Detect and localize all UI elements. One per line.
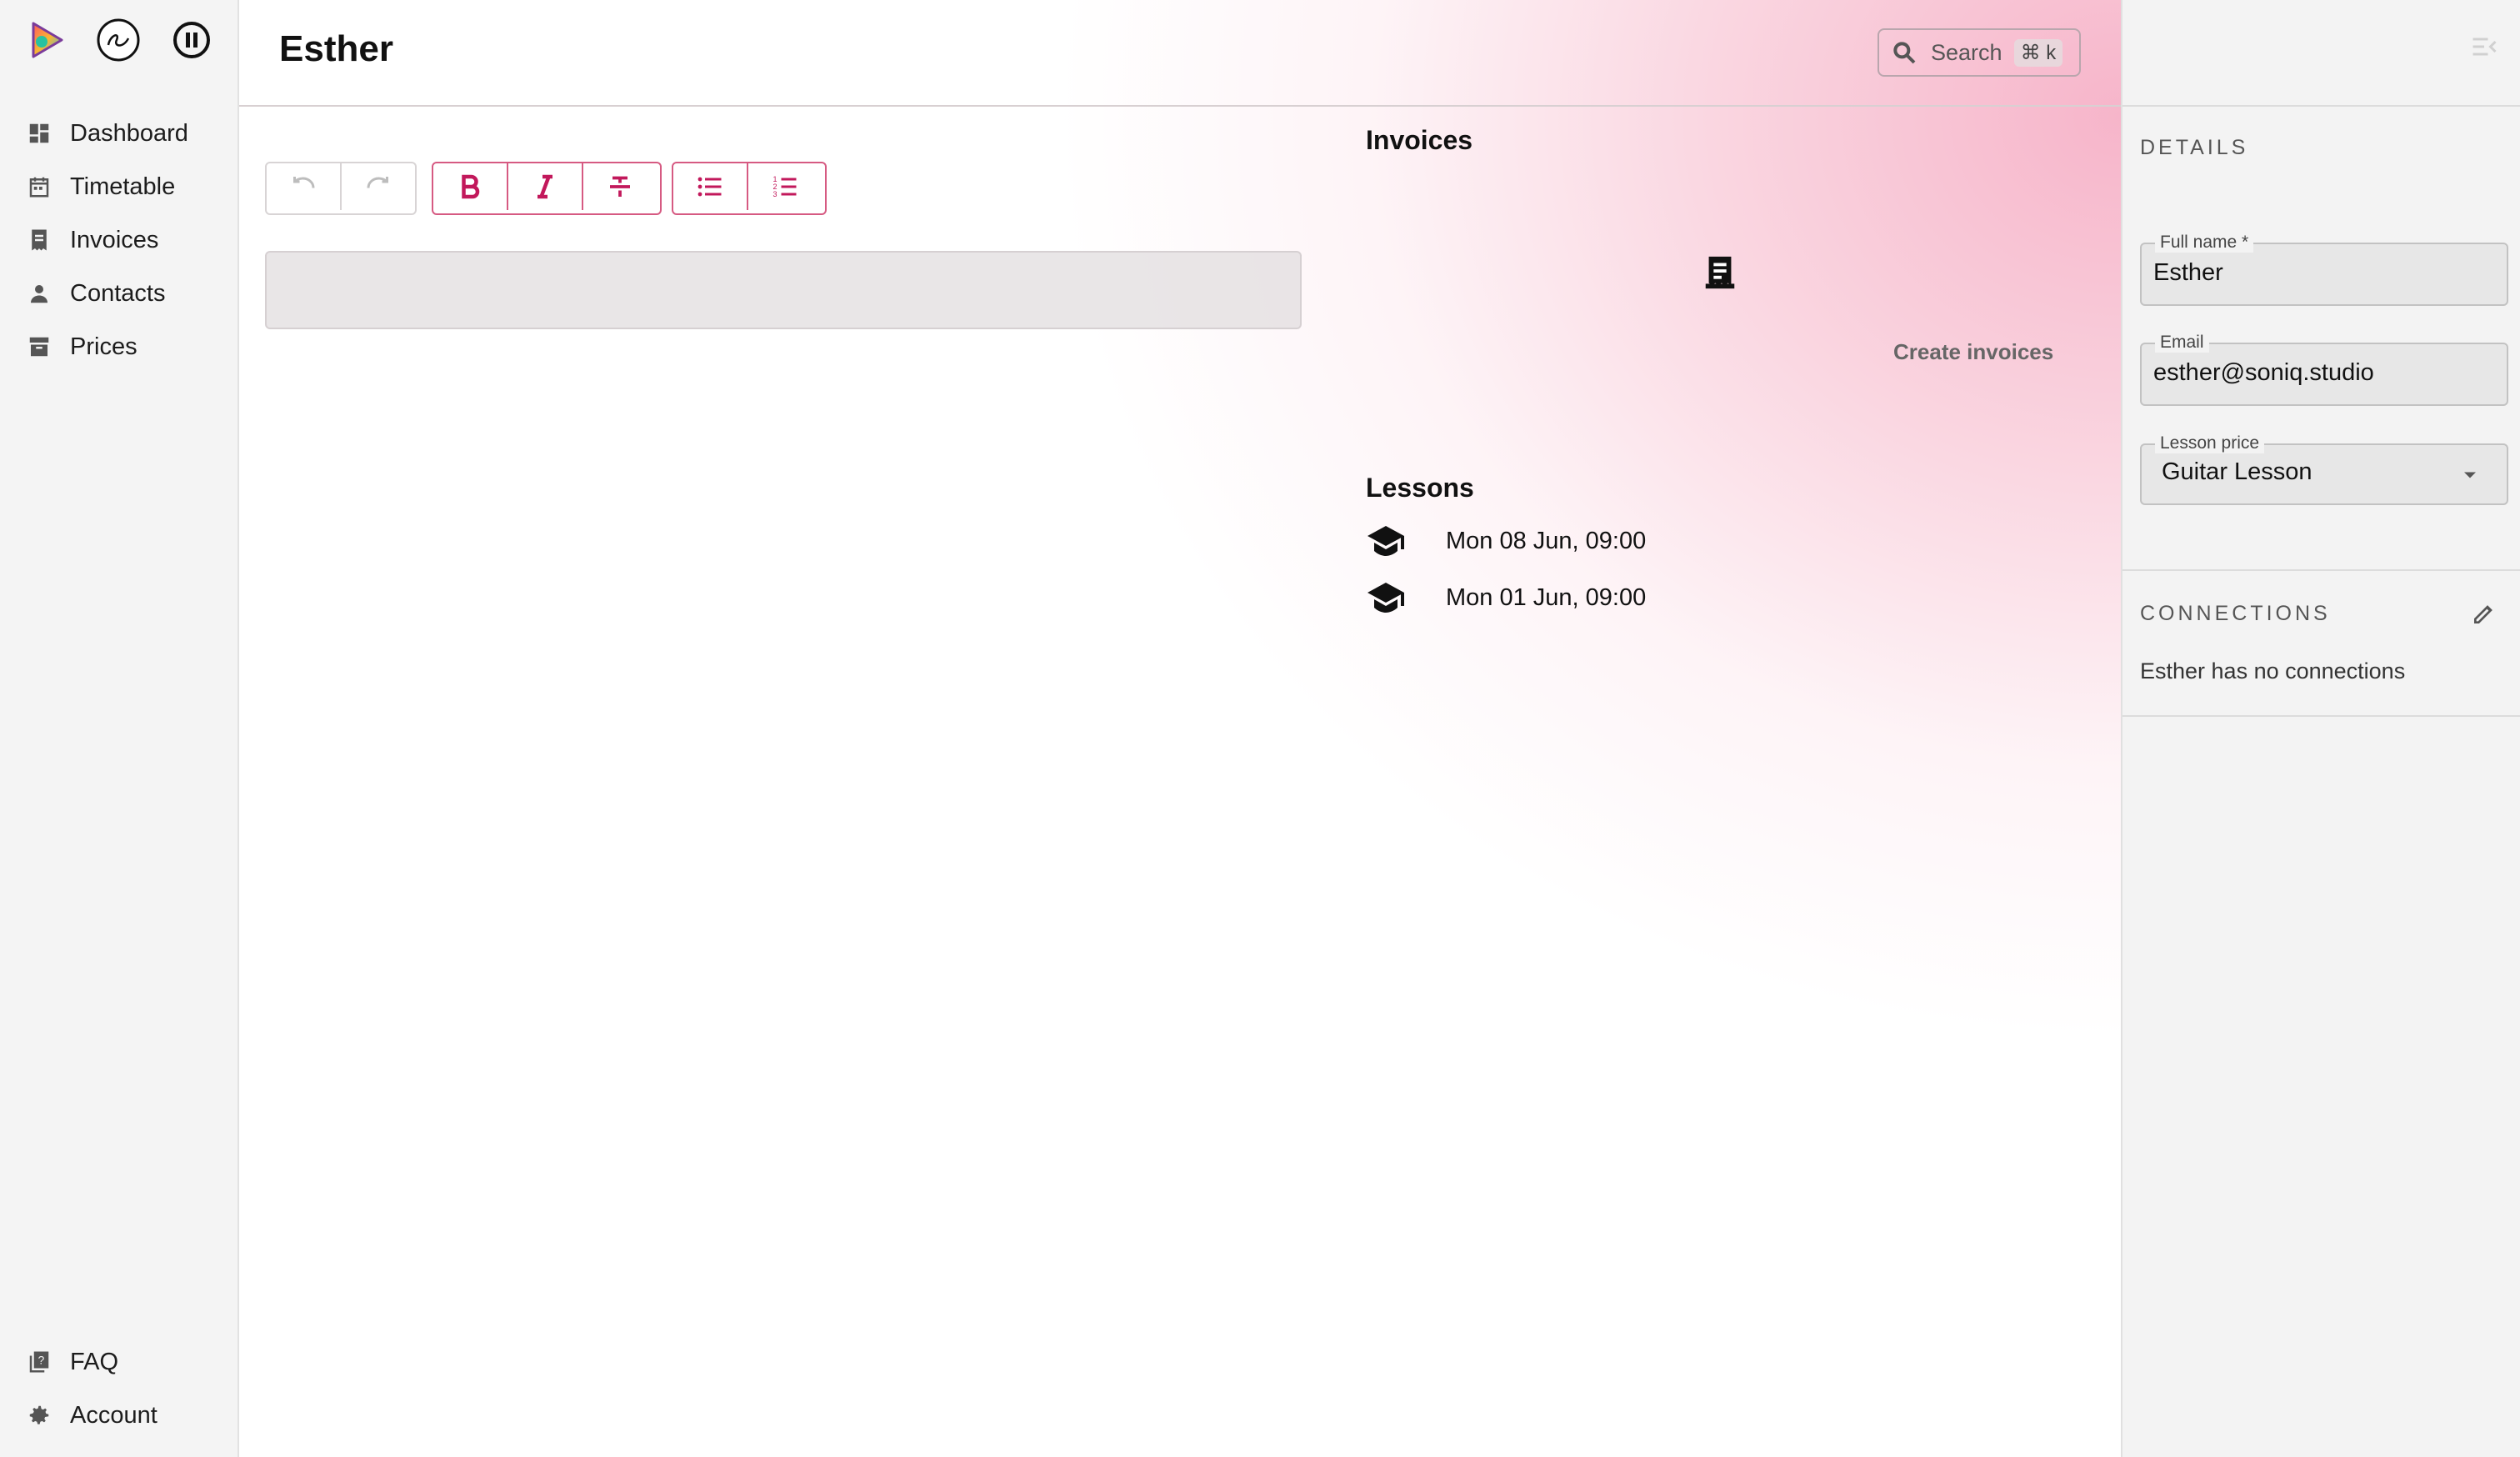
invoices-heading: Invoices [1366,125,1473,155]
lesson-item[interactable]: Mon 01 Jun, 09:00 [1366,577,1646,618]
app-logo-icon[interactable] [23,17,70,63]
pause-icon[interactable] [168,17,215,63]
search-shortcut: ⌘ k [2013,38,2063,67]
nav-label: Invoices [70,226,159,253]
bullet-list-icon [698,177,722,197]
nav-prices[interactable]: Prices [27,326,138,368]
invoice-icon [32,229,47,251]
page-title: Esther [279,28,393,69]
search-label: Search [1931,39,2002,65]
lesson-date: Mon 08 Jun, 09:00 [1446,527,1647,554]
nav-label: Account [70,1401,158,1429]
email-value: esther@soniq.studio [2153,359,2374,386]
nav-dashboard[interactable]: Dashboard [27,113,188,154]
nav-timetable[interactable]: Timetable [27,166,175,208]
list-group: 123 [672,162,827,215]
no-connections-text: Esther has no connections [2140,658,2406,683]
divider [2122,715,2520,717]
graduation-cap-icon [1368,583,1404,613]
email-field[interactable]: Email esther@soniq.studio [2140,333,2508,406]
create-invoices-label: Create invoices [1893,339,2054,364]
bullet-list-button[interactable] [673,163,747,210]
nav-label: Contacts [70,279,166,307]
history-group [265,162,417,215]
strikethrough-icon [610,176,630,197]
faq-icon: ? [29,1351,49,1373]
search-icon [1893,42,1916,64]
nav-label: Prices [70,333,138,360]
lesson-date: Mon 01 Jun, 09:00 [1446,583,1647,611]
undo-icon [293,177,315,188]
notes-editor[interactable] [265,251,1302,329]
redo-icon [367,177,388,188]
details-heading: DETAILS [2140,136,2249,159]
gear-icon [29,1405,49,1424]
lesson-price-value: Guitar Lesson [2162,458,2312,485]
undo-button[interactable] [267,163,340,210]
lesson-item[interactable]: Mon 08 Jun, 09:00 [1366,520,1646,562]
numbered-list-icon: 123 [772,175,797,198]
full-name-field[interactable]: Full name * Esther [2140,233,2508,306]
details-panel-header [2122,0,2520,107]
edit-connections-icon[interactable] [2471,600,2498,631]
lesson-price-label: Lesson price [2155,433,2265,453]
email-label: Email [2155,333,2209,353]
page-header: Esther Search ⌘ k [239,0,2121,107]
details-panel: DETAILS Full name * Esther Email esther@… [2121,0,2520,1457]
calendar-icon [29,177,49,198]
dashboard-icon [29,123,49,143]
graduation-cap-icon [1368,526,1404,556]
nav-contacts[interactable]: Contacts [27,273,165,314]
svg-text:?: ? [38,1354,45,1367]
main-content: Esther Search ⌘ k 123 Invoices Create in… [239,0,2121,1457]
strikethrough-button[interactable] [582,163,657,210]
connections-heading: CONNECTIONS [2140,602,2331,625]
format-group [432,162,662,215]
nav-invoices[interactable]: Invoices [27,219,158,261]
receipt-icon [1701,252,1739,293]
collapse-panel-icon[interactable] [2469,32,2499,66]
soni-logo-icon[interactable] [95,17,142,63]
lessons-heading: Lessons [1366,473,1474,503]
italic-icon [538,174,552,199]
nav-faq[interactable]: ? FAQ [27,1341,118,1383]
lesson-price-select[interactable]: Lesson price Guitar Lesson [2140,433,2508,505]
search-button[interactable]: Search ⌘ k [1878,28,2081,77]
bold-button[interactable] [433,163,507,210]
divider [2122,569,2520,571]
dropdown-arrow-icon [2458,463,2482,491]
nav-account[interactable]: Account [27,1394,158,1436]
full-name-value: Esther [2153,259,2223,286]
svg-text:3: 3 [772,190,777,198]
sidebar: Dashboard Timetable Invoices Contacts Pr… [0,0,239,1457]
person-icon [31,285,48,303]
nav-label: Dashboard [70,119,188,147]
bold-icon [462,174,480,199]
italic-button[interactable] [507,163,582,210]
numbered-list-button[interactable]: 123 [747,163,822,210]
redo-button[interactable] [340,163,415,210]
nav-label: Timetable [70,173,176,200]
nav-label: FAQ [70,1348,119,1375]
archive-icon [29,337,49,357]
full-name-label: Full name * [2155,233,2254,253]
